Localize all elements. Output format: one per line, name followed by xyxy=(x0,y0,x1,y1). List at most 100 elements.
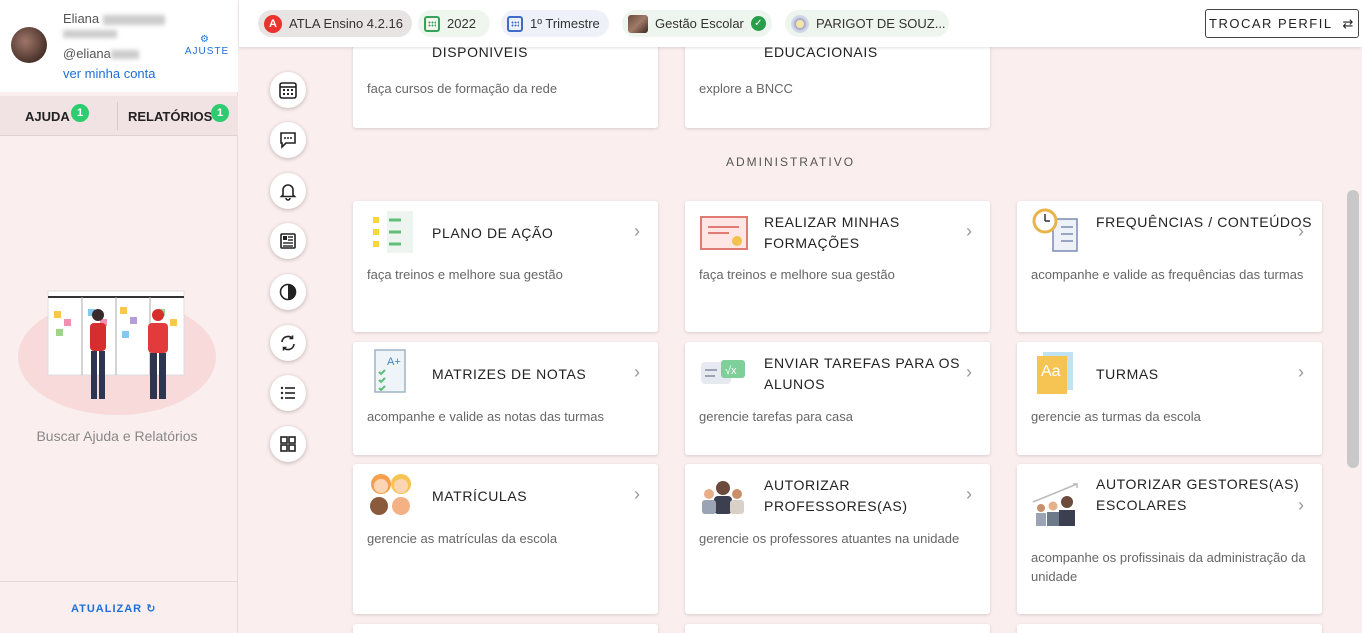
swap-arrows-icon: ⇄ xyxy=(1342,15,1355,31)
homework-icon: √x xyxy=(701,360,745,384)
card-title: MATRÍCULAS xyxy=(432,488,528,504)
adjust-button[interactable]: ⚙ AJUSTE xyxy=(184,34,230,58)
card-title: MATRIZES DE NOTAS xyxy=(432,366,587,382)
certificate-icon xyxy=(700,216,748,250)
svg-text:Aa: Aa xyxy=(1041,363,1061,380)
refresh-icon: ↻ xyxy=(146,603,157,615)
vertical-scrollbar[interactable] xyxy=(1347,190,1359,468)
card-title: REALIZAR MINHAS FORMAÇÕES xyxy=(764,214,900,251)
role-chip[interactable]: Gestão Escolar ✓ xyxy=(622,10,772,37)
app-version-chip[interactable]: A ATLA Ensino 4.2.16 xyxy=(258,10,412,37)
card-title: AUTORIZAR GESTORES(AS) ESCOLARES xyxy=(1096,476,1300,513)
card-desc: faça cursos de formação da rede xyxy=(367,81,558,96)
newspaper-icon xyxy=(280,233,296,249)
chat-icon xyxy=(280,132,296,149)
reports-count-badge: 1 xyxy=(211,104,229,122)
teachers-icon xyxy=(702,481,744,514)
notifications-rail-button[interactable] xyxy=(270,173,306,209)
card-desc: explore a BNCC xyxy=(699,81,793,96)
term-chip[interactable]: 1º Trimestre xyxy=(501,10,609,37)
chevron-right-icon: › xyxy=(634,362,640,382)
card-authorize-managers[interactable]: AUTORIZAR GESTORES(AS) ESCOLARES › acomp… xyxy=(1017,464,1322,614)
calendar-icon xyxy=(507,15,523,32)
contrast-icon xyxy=(279,283,297,301)
card-desc: acompanhe e valide as frequências das tu… xyxy=(1031,267,1304,282)
chevron-right-icon: › xyxy=(1298,495,1304,515)
contrast-rail-button[interactable] xyxy=(270,274,306,310)
sync-rail-button[interactable] xyxy=(270,325,306,361)
help-caption: Buscar Ajuda e Relatórios xyxy=(36,428,198,444)
refresh-area: ATUALIZAR ↻ xyxy=(0,581,238,633)
managers-growth-icon xyxy=(1032,483,1078,526)
svg-text:√x: √x xyxy=(725,365,737,377)
svg-text:A+: A+ xyxy=(387,356,401,368)
help-count-badge: 1 xyxy=(71,104,89,122)
card-desc: acompanhe os profissinais da administraç… xyxy=(1031,550,1306,584)
apps-rail-button[interactable] xyxy=(270,426,306,462)
section-label: ADMINISTRATIVO xyxy=(725,155,856,169)
switch-profile-button[interactable]: TROCAR PERFIL ⇄ xyxy=(1205,9,1359,38)
card-attendance[interactable]: FREQUÊNCIAS / CONTEÚDOS › acompanhe e va… xyxy=(1017,201,1322,332)
year-chip[interactable]: 2022 xyxy=(418,10,490,37)
top-bar: A ATLA Ensino 4.2.16 2022 1º Trimestre G… xyxy=(239,0,1362,47)
school-chip[interactable]: PARIGOT DE SOUZ... xyxy=(785,10,949,37)
help-illustration xyxy=(18,290,216,415)
chevron-right-icon: › xyxy=(966,362,972,382)
list-icon xyxy=(280,386,295,400)
calendar-rail-button[interactable] xyxy=(270,72,306,108)
chevron-right-icon: › xyxy=(1298,221,1304,241)
card-desc: gerencie os professores atuantes na unid… xyxy=(699,531,960,546)
user-name: Eliana xyxy=(63,11,166,26)
user-handle: @eliana xyxy=(63,46,139,61)
calendar-icon xyxy=(279,82,297,99)
card-trainings[interactable]: REALIZAR MINHAS FORMAÇÕES › faça treinos… xyxy=(685,201,990,332)
card-next-row[interactable] xyxy=(353,624,658,633)
chevron-right-icon: › xyxy=(1298,362,1304,382)
tab-help[interactable]: AJUDA xyxy=(25,109,70,124)
chevron-right-icon: › xyxy=(966,484,972,504)
bell-icon xyxy=(279,184,297,201)
grades-sheet-icon: A+ xyxy=(374,349,406,393)
card-next-row[interactable] xyxy=(1017,624,1322,633)
card-authorize-teachers[interactable]: AUTORIZAR PROFESSORES(AS) › gerencie os … xyxy=(685,464,990,614)
tab-divider xyxy=(117,102,118,130)
chevron-right-icon: › xyxy=(634,221,640,241)
card-desc: gerencie tarefas para casa xyxy=(699,409,853,424)
user-profile-panel: Eliana @eliana ver minha conta ⚙ AJUSTE xyxy=(0,0,238,92)
students-icon xyxy=(370,474,411,515)
card-grades[interactable]: A+ MATRIZES DE NOTAS › acompanhe e valid… xyxy=(353,342,658,455)
checklist-icon xyxy=(373,211,413,253)
left-sidebar: Eliana @eliana ver minha conta ⚙ AJUSTE … xyxy=(0,0,238,633)
card-title: PLANO DE AÇÃO xyxy=(432,225,554,241)
check-icon: ✓ xyxy=(750,16,766,31)
refresh-button[interactable]: ATUALIZAR ↻ xyxy=(71,602,156,615)
card-homework[interactable]: √x ENVIAR TAREFAS PARA OS ALUNOS › geren… xyxy=(685,342,990,455)
avatar[interactable] xyxy=(11,27,47,63)
card-desc: faça treinos e melhore sua gestão xyxy=(367,267,563,282)
clock-checklist-icon xyxy=(1032,208,1078,252)
grid-icon xyxy=(280,436,296,452)
sync-icon xyxy=(281,335,295,351)
list-rail-button[interactable] xyxy=(270,375,306,411)
calendar-icon xyxy=(424,15,440,32)
classes-icon: Aa xyxy=(1037,352,1073,394)
card-action-plan[interactable]: PLANO DE AÇÃO › faça treinos e melhore s… xyxy=(353,201,658,332)
card-title: ENVIAR TAREFAS PARA OS ALUNOS xyxy=(764,355,961,392)
tab-reports[interactable]: RELATÓRIOS xyxy=(128,109,212,124)
news-rail-button[interactable] xyxy=(270,223,306,259)
card-classes[interactable]: Aa TURMAS › gerencie as turmas da escola xyxy=(1017,342,1322,455)
help-tabs: AJUDA RELATÓRIOS xyxy=(0,96,238,136)
atla-logo-icon: A xyxy=(264,14,282,33)
view-account-link[interactable]: ver minha conta xyxy=(63,66,156,81)
card-desc: gerencie as turmas da escola xyxy=(1031,409,1201,424)
card-next-row[interactable] xyxy=(685,624,990,633)
gear-icon: ⚙ xyxy=(200,34,210,45)
user-name-redacted xyxy=(63,30,117,38)
card-desc: acompanhe e valide as notas das turmas xyxy=(367,409,605,424)
card-title: TURMAS xyxy=(1096,366,1159,382)
school-seal-icon xyxy=(791,14,809,33)
card-desc: faça treinos e melhore sua gestão xyxy=(699,267,895,282)
messages-rail-button[interactable] xyxy=(270,122,306,158)
card-enrollments[interactable]: MATRÍCULAS › gerencie as matrículas da e… xyxy=(353,464,658,614)
chevron-right-icon: › xyxy=(634,484,640,504)
